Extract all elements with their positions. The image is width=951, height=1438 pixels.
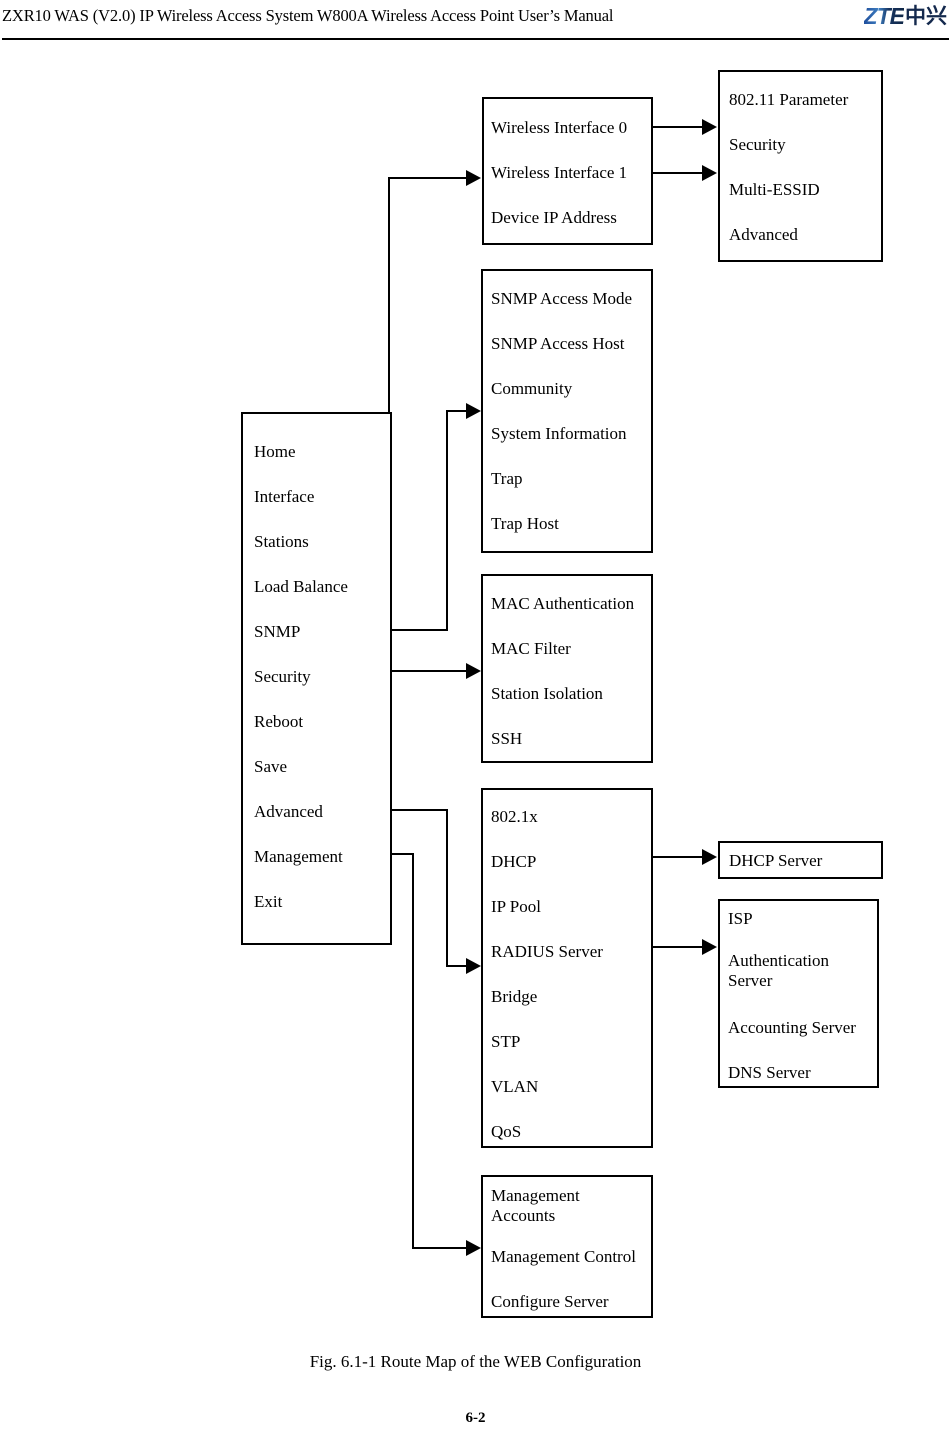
menu-item-exit[interactable]: Exit (254, 892, 282, 912)
snmp-item-access-host[interactable]: SNMP Access Host (491, 334, 625, 354)
connector-interface-run (388, 177, 468, 179)
figure-caption: Fig. 6.1-1 Route Map of the WEB Configur… (309, 1352, 642, 1371)
connector-management-riser (412, 853, 414, 1249)
arrow-to-snmp-box (466, 403, 481, 419)
radius-submenu-box[interactable]: ISP Authentication Server Accounting Ser… (718, 899, 879, 1088)
menu-item-save[interactable]: Save (254, 757, 287, 777)
header-divider-rule (2, 38, 949, 40)
connector-snmp-run (446, 410, 468, 412)
arrow-to-wireless-box-1 (702, 165, 717, 181)
document-header-title: ZXR10 WAS (V2.0) IP Wireless Access Syst… (2, 6, 614, 25)
menu-item-reboot[interactable]: Reboot (254, 712, 303, 732)
menu-item-security[interactable]: Security (254, 667, 311, 687)
main-menu-box[interactable]: Home Interface Stations Load Balance SNM… (241, 412, 392, 945)
arrow-to-radius-box (702, 939, 717, 955)
advanced-item-8021x[interactable]: 802.1x (491, 807, 538, 827)
connector-advanced-riser (446, 809, 448, 967)
connector-snmp-riser (446, 410, 448, 631)
menu-item-home[interactable]: Home (254, 442, 296, 462)
menu-item-advanced[interactable]: Advanced (254, 802, 323, 822)
interface-item-device-ip[interactable]: Device IP Address (491, 208, 617, 228)
snmp-item-system-info[interactable]: System Information (491, 424, 627, 444)
arrow-to-security-box (466, 663, 481, 679)
advanced-item-qos[interactable]: QoS (491, 1122, 521, 1142)
dhcp-submenu-box[interactable]: DHCP Server (718, 841, 883, 879)
management-item-control[interactable]: Management Control (491, 1247, 636, 1267)
connector-management-run (412, 1247, 468, 1249)
wireless-item-security[interactable]: Security (729, 135, 786, 155)
management-item-accounts[interactable]: Management Accounts (491, 1186, 601, 1226)
zte-wordmark: ZTE (863, 2, 905, 29)
security-item-ssh[interactable]: SSH (491, 729, 522, 749)
advanced-item-vlan[interactable]: VLAN (491, 1077, 538, 1097)
zte-logo: ZTE 中兴 (864, 3, 947, 29)
management-item-configure-server[interactable]: Configure Server (491, 1292, 609, 1312)
arrow-to-advanced-box (466, 958, 481, 974)
snmp-item-trap[interactable]: Trap (491, 469, 523, 489)
radius-item-auth-server[interactable]: Authentication Server (728, 951, 838, 991)
menu-item-interface[interactable]: Interface (254, 487, 314, 507)
dhcp-item-dhcp-server[interactable]: DHCP Server (729, 851, 822, 871)
advanced-item-bridge[interactable]: Bridge (491, 987, 537, 1007)
arrow-to-management-box (466, 1240, 481, 1256)
interface-item-wireless-1[interactable]: Wireless Interface 1 (491, 163, 627, 183)
arrow-to-dhcp-box (702, 849, 717, 865)
wireless-item-80211-parameter[interactable]: 802.11 Parameter (729, 90, 848, 110)
page-canvas: ZXR10 WAS (V2.0) IP Wireless Access Syst… (0, 0, 951, 1438)
wireless-submenu-box[interactable]: 802.11 Parameter Security Multi-ESSID Ad… (718, 70, 883, 262)
menu-item-load-balance[interactable]: Load Balance (254, 577, 348, 597)
snmp-submenu-box[interactable]: SNMP Access Mode SNMP Access Host Commun… (481, 269, 653, 553)
zte-chinese-characters: 中兴 (905, 3, 947, 28)
advanced-item-stp[interactable]: STP (491, 1032, 520, 1052)
page-number: 6-2 (465, 1410, 486, 1426)
radius-item-dns-server[interactable]: DNS Server (728, 1063, 811, 1083)
connector-advanced-run (446, 965, 468, 967)
interface-submenu-box[interactable]: Wireless Interface 0 Wireless Interface … (482, 97, 653, 245)
advanced-item-ip-pool[interactable]: IP Pool (491, 897, 541, 917)
snmp-item-community[interactable]: Community (491, 379, 572, 399)
security-item-station-isolation[interactable]: Station Isolation (491, 684, 603, 704)
advanced-submenu-box[interactable]: 802.1x DHCP IP Pool RADIUS Server Bridge… (481, 788, 653, 1148)
security-item-mac-filter[interactable]: MAC Filter (491, 639, 571, 659)
security-submenu-box[interactable]: MAC Authentication MAC Filter Station Is… (481, 574, 653, 763)
snmp-item-trap-host[interactable]: Trap Host (491, 514, 559, 534)
wireless-item-advanced[interactable]: Advanced (729, 225, 798, 245)
security-item-mac-authentication[interactable]: MAC Authentication (491, 594, 634, 614)
snmp-item-access-mode[interactable]: SNMP Access Mode (491, 289, 632, 309)
menu-item-snmp[interactable]: SNMP (254, 622, 300, 642)
interface-item-wireless-0[interactable]: Wireless Interface 0 (491, 118, 627, 138)
arrow-to-interface-box (466, 170, 481, 186)
radius-item-accounting-server[interactable]: Accounting Server (728, 1018, 856, 1038)
wireless-item-multi-essid[interactable]: Multi-ESSID (729, 180, 820, 200)
management-submenu-box[interactable]: Management Accounts Management Control C… (481, 1175, 653, 1318)
radius-item-isp[interactable]: ISP (728, 909, 753, 929)
advanced-item-radius-server[interactable]: RADIUS Server (491, 942, 603, 962)
arrow-to-wireless-box-0 (702, 119, 717, 135)
menu-item-stations[interactable]: Stations (254, 532, 309, 552)
menu-item-management[interactable]: Management (254, 847, 343, 867)
advanced-item-dhcp[interactable]: DHCP (491, 852, 536, 872)
